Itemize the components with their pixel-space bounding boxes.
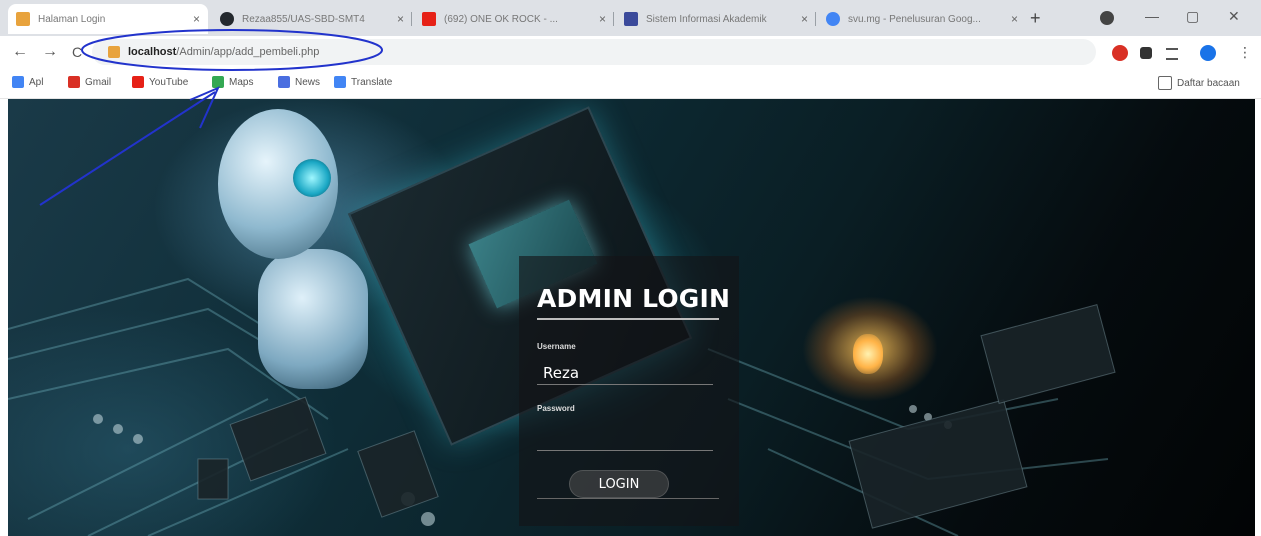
address-bar[interactable]: localhost /Admin/app/add_pembeli.php bbox=[92, 39, 1096, 65]
youtube-icon bbox=[132, 76, 144, 88]
password-input[interactable] bbox=[537, 428, 713, 451]
tab-title: svu.mg - Penelusuran Goog... bbox=[848, 13, 981, 25]
robot-body-illustration bbox=[258, 249, 368, 389]
site-favicon-icon bbox=[108, 46, 120, 58]
close-tab-icon[interactable]: × bbox=[397, 12, 404, 26]
news-icon bbox=[278, 76, 290, 88]
tab-strip: Halaman Login × Rezaa855/UAS-SBD-SMT4 × … bbox=[0, 0, 1261, 36]
tab-title: Rezaa855/UAS-SBD-SMT4 bbox=[242, 13, 365, 25]
bookmark-apps[interactable]: Apl bbox=[12, 76, 43, 88]
bookmark-label: YouTube bbox=[149, 76, 189, 88]
youtube-icon bbox=[422, 12, 436, 26]
robot-eye-illustration bbox=[293, 159, 331, 197]
close-tab-icon[interactable]: × bbox=[801, 12, 808, 26]
tab-google-search[interactable]: svu.mg - Penelusuran Goog... × bbox=[818, 4, 1026, 34]
username-input[interactable] bbox=[537, 362, 713, 385]
profile-avatar[interactable] bbox=[1200, 45, 1216, 61]
tab-title: Sistem Informasi Akademik bbox=[646, 13, 767, 25]
bookmark-label: Apl bbox=[29, 76, 44, 88]
reload-button[interactable]: C bbox=[72, 44, 82, 60]
username-label: Username bbox=[537, 342, 576, 351]
github-icon bbox=[220, 12, 234, 26]
google-icon bbox=[826, 12, 840, 26]
bookmark-label: Maps bbox=[229, 76, 254, 88]
reading-list-button[interactable]: Daftar bacaan bbox=[1158, 76, 1240, 90]
bookmark-label: Translate bbox=[351, 76, 393, 88]
bookmark-gmail[interactable]: Gmail bbox=[68, 76, 111, 88]
address-path: /Admin/app/add_pembeli.php bbox=[176, 46, 320, 58]
new-tab-button[interactable]: + bbox=[1030, 9, 1041, 27]
apps-grid-icon bbox=[12, 76, 24, 88]
academic-site-favicon-icon bbox=[624, 12, 638, 26]
login-button[interactable]: LOGIN bbox=[569, 470, 669, 498]
password-label: Password bbox=[537, 404, 575, 413]
bookmark-news[interactable]: News bbox=[278, 76, 320, 88]
bookmark-maps[interactable]: Maps bbox=[212, 76, 253, 88]
minimize-button[interactable]: — bbox=[1145, 8, 1159, 24]
forward-button[interactable]: → bbox=[42, 44, 58, 60]
bookmark-label: Gmail bbox=[85, 76, 112, 88]
bookmark-translate[interactable]: Translate bbox=[334, 76, 392, 88]
login-page-favicon-icon bbox=[16, 12, 30, 26]
tab-search-icon[interactable] bbox=[1100, 11, 1114, 25]
tab-title: Halaman Login bbox=[38, 13, 106, 25]
bookmarks-bar: Apl Gmail YouTube Maps News Translate Da… bbox=[0, 70, 1261, 99]
browser-toolbar: ← → C localhost /Admin/app/add_pembeli.p… bbox=[0, 36, 1261, 70]
menu-kebab-icon[interactable]: ⋮ bbox=[1238, 44, 1252, 60]
admin-login-panel: ADMIN LOGIN Username Password LOGIN bbox=[519, 256, 739, 526]
tab-youtube-one-ok-rock[interactable]: (692) ONE OK ROCK - ... × bbox=[414, 4, 614, 34]
tab-title: (692) ONE OK ROCK - ... bbox=[444, 13, 558, 25]
login-page-background: ADMIN LOGIN Username Password LOGIN bbox=[8, 99, 1255, 536]
close-tab-icon[interactable]: × bbox=[1011, 12, 1018, 26]
glowing-led-illustration bbox=[853, 334, 883, 374]
reading-list-label: Daftar bacaan bbox=[1177, 77, 1240, 89]
bookmark-youtube[interactable]: YouTube bbox=[132, 76, 188, 88]
extensions-puzzle-icon[interactable] bbox=[1140, 47, 1152, 59]
reading-list-icon bbox=[1158, 76, 1172, 90]
close-window-button[interactable]: ✕ bbox=[1228, 8, 1240, 25]
media-control-icon[interactable] bbox=[1166, 48, 1178, 60]
maps-icon bbox=[212, 76, 224, 88]
close-tab-icon[interactable]: × bbox=[599, 12, 606, 26]
tab-github-repo[interactable]: Rezaa855/UAS-SBD-SMT4 × bbox=[212, 4, 412, 34]
back-button[interactable]: ← bbox=[12, 44, 28, 60]
close-tab-icon[interactable]: × bbox=[193, 12, 200, 26]
address-host: localhost bbox=[128, 46, 177, 58]
button-underline bbox=[537, 498, 719, 499]
login-title: ADMIN LOGIN bbox=[537, 284, 731, 313]
tab-halaman-login[interactable]: Halaman Login × bbox=[8, 4, 208, 34]
restore-button[interactable]: ▢ bbox=[1186, 8, 1199, 25]
extension-icon[interactable] bbox=[1112, 45, 1128, 61]
tab-sistem-informasi-akademik[interactable]: Sistem Informasi Akademik × bbox=[616, 4, 816, 34]
bookmark-label: News bbox=[295, 76, 321, 88]
translate-icon bbox=[334, 76, 346, 88]
title-underline bbox=[537, 318, 719, 320]
gmail-icon bbox=[68, 76, 80, 88]
